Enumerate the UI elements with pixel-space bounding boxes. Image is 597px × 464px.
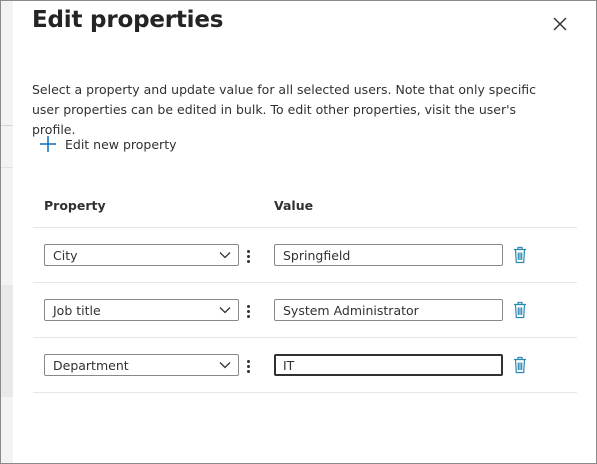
- value-input-city[interactable]: [274, 244, 503, 266]
- close-icon[interactable]: [549, 13, 571, 35]
- edit-new-property-button[interactable]: Edit new property: [39, 135, 177, 153]
- row-more-options-button[interactable]: [244, 355, 252, 377]
- chevron-down-icon: [219, 362, 231, 369]
- row-divider: [33, 227, 577, 228]
- value-column-header: Value: [274, 198, 314, 213]
- edit-new-property-label: Edit new property: [65, 136, 177, 152]
- panel-title: Edit properties: [32, 7, 224, 33]
- property-select-value: Department: [53, 358, 129, 373]
- property-select-value: Job title: [53, 303, 101, 318]
- chevron-down-icon: [219, 307, 231, 314]
- row-divider: [33, 337, 577, 338]
- row-more-options-button[interactable]: [244, 300, 252, 322]
- property-column-header: Property: [44, 198, 106, 213]
- row-divider: [33, 392, 577, 393]
- property-select-job-title[interactable]: Job title: [44, 299, 239, 321]
- background-page-edge: [1, 1, 13, 463]
- property-select-value: City: [53, 248, 78, 263]
- value-input-job-title[interactable]: [274, 299, 503, 321]
- value-input-department[interactable]: [274, 354, 503, 376]
- row-divider: [33, 282, 577, 283]
- plus-icon: [40, 136, 56, 152]
- panel-description: Select a property and update value for a…: [32, 82, 537, 137]
- property-select-department[interactable]: Department: [44, 354, 239, 376]
- row-more-options-button[interactable]: [244, 245, 252, 267]
- trash-icon[interactable]: [513, 356, 527, 374]
- property-select-city[interactable]: City: [44, 244, 239, 266]
- trash-icon[interactable]: [513, 246, 527, 264]
- trash-icon[interactable]: [513, 301, 527, 319]
- edit-properties-dialog: Edit properties Select a property and up…: [0, 0, 597, 464]
- chevron-down-icon: [219, 252, 231, 259]
- edit-properties-panel: Edit properties Select a property and up…: [13, 1, 596, 463]
